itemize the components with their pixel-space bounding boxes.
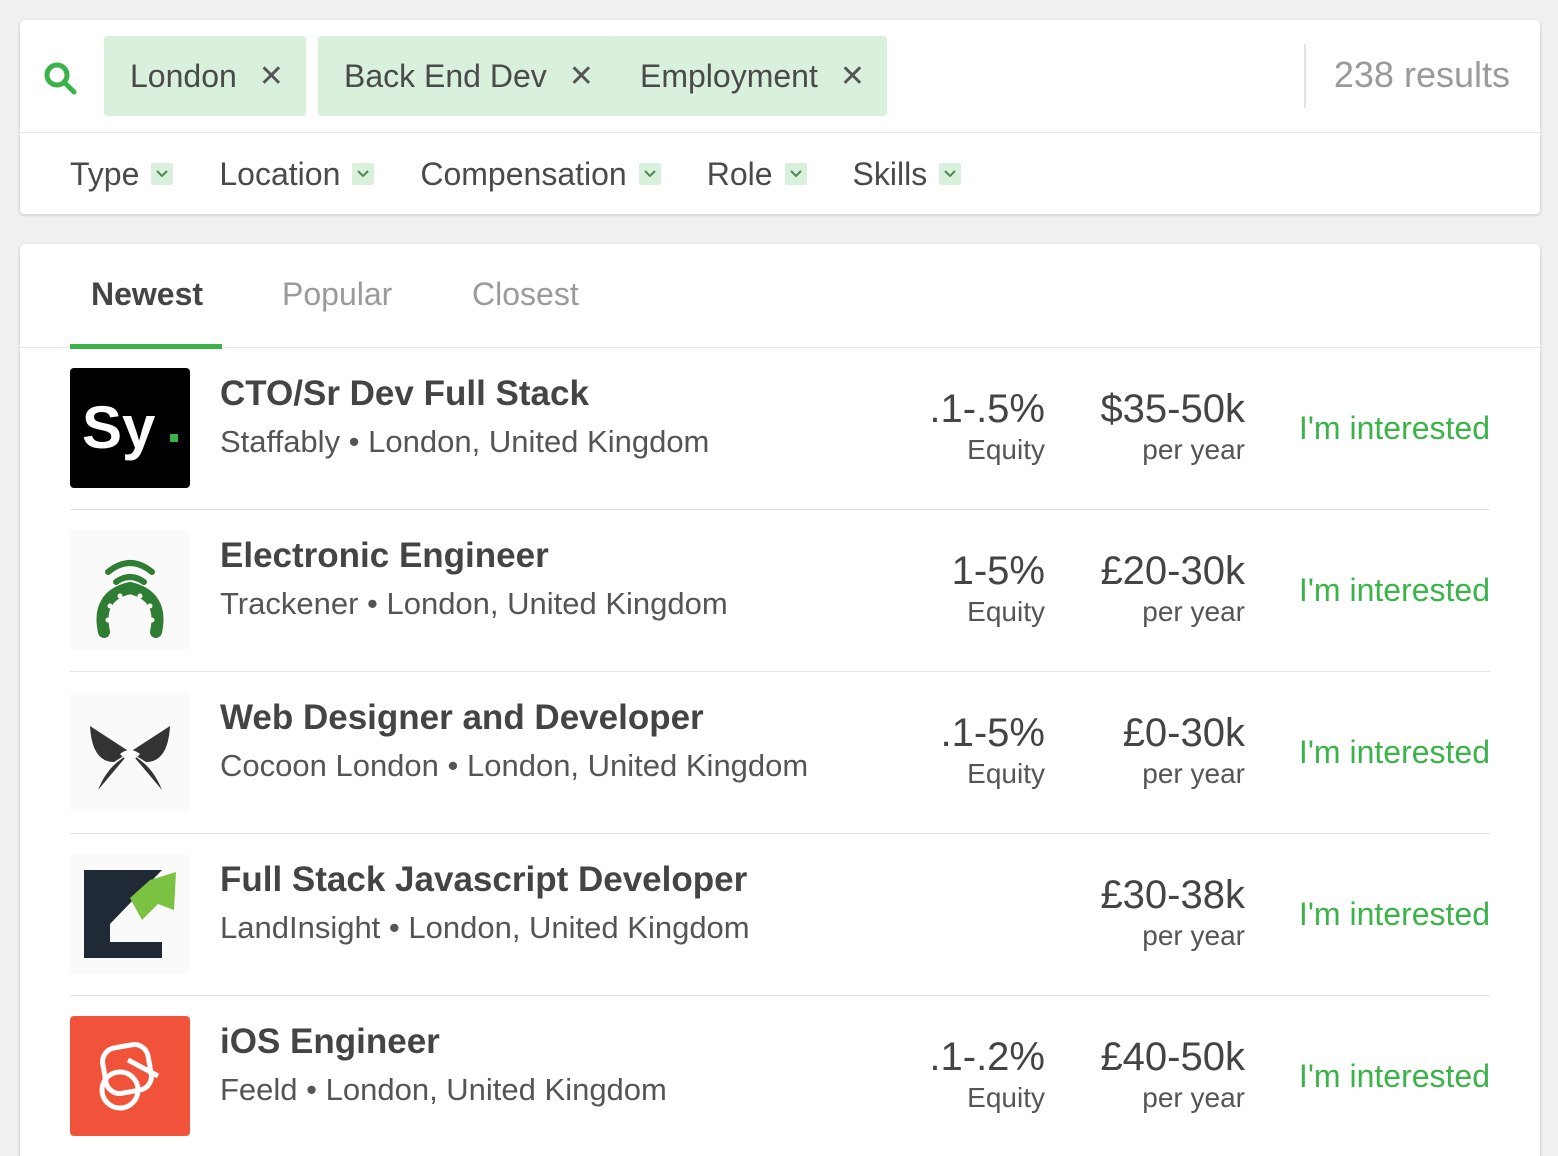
salary-value: £0-30k [1122, 711, 1245, 755]
chevron-down-icon [352, 163, 375, 185]
search-card: London ✕ Back End Dev ✕ Employment ✕ 238… [20, 20, 1540, 214]
salary-range: £40-50k per year [1100, 1034, 1245, 1116]
filter-label: Compensation [420, 155, 627, 192]
search-icon[interactable] [42, 60, 78, 96]
equity-range: .1-5% Equity [941, 710, 1046, 792]
tab-closest[interactable]: Closest [472, 276, 579, 313]
equity-label: Equity [967, 596, 1045, 627]
equity-label: Equity [967, 434, 1045, 465]
salary-range: £20-30k per year [1100, 548, 1245, 630]
logo-text: Sy [82, 394, 156, 461]
job-title[interactable]: Electronic Engineer [220, 536, 549, 576]
staffably-logo: Sy [70, 368, 190, 488]
interested-button[interactable]: I'm interested [1299, 1058, 1490, 1095]
filter-chip-type[interactable]: Employment ✕ [614, 36, 887, 116]
results-count: 238 results [1333, 54, 1510, 95]
chip-label: London [130, 57, 237, 94]
chip-label: Back End Dev [344, 57, 547, 94]
filter-chip-role[interactable]: Back End Dev ✕ [318, 36, 616, 116]
interested-button[interactable]: I'm interested [1299, 572, 1490, 609]
chevron-down-icon [784, 163, 807, 185]
salary-value: £30-38k [1100, 873, 1245, 917]
job-row[interactable]: iOS Engineer Feeld • London, United King… [70, 996, 1490, 1156]
salary-label: per year [1142, 596, 1245, 627]
job-company-location: Trackener • London, United Kingdom [220, 586, 728, 621]
chevron-down-icon [151, 163, 174, 185]
equity-label: Equity [967, 1082, 1045, 1113]
job-title[interactable]: iOS Engineer [220, 1022, 440, 1062]
job-title[interactable]: CTO/Sr Dev Full Stack [220, 374, 589, 414]
salary-value: $35-50k [1100, 387, 1245, 431]
sort-tabs: Newest Popular Closest [20, 244, 1540, 349]
salary-range: £0-30k per year [1123, 710, 1245, 792]
filter-label: Location [219, 155, 341, 192]
filter-dropdown-type[interactable]: Type [70, 155, 174, 193]
filter-dropdown-role[interactable]: Role [707, 156, 807, 193]
chevron-down-icon [939, 163, 962, 185]
equity-value: .1-.5% [929, 387, 1045, 431]
job-row[interactable]: Full Stack Javascript Developer LandInsi… [70, 834, 1490, 996]
job-company-location: LandInsight • London, United Kingdom [220, 910, 750, 945]
filter-bar: Type Location Compensation Role Skills [20, 134, 1540, 214]
job-list-card: Newest Popular Closest Sy CTO/Sr Dev Ful… [20, 244, 1540, 1156]
filter-chip-location[interactable]: London ✕ [104, 36, 306, 116]
job-company-location: Staffably • London, United Kingdom [220, 424, 710, 459]
equity-range: .1-.2% Equity [929, 1034, 1045, 1116]
salary-label: per year [1142, 1082, 1245, 1113]
equity-range: 1-5% Equity [952, 548, 1045, 630]
tab-newest[interactable]: Newest [91, 276, 203, 313]
search-bar: London ✕ Back End Dev ✕ Employment ✕ 238… [20, 20, 1540, 133]
close-icon[interactable]: ✕ [569, 59, 594, 94]
equity-value: 1-5% [951, 549, 1045, 593]
equity-range: .1-.5% Equity [929, 386, 1045, 468]
job-title[interactable]: Web Designer and Developer [220, 698, 704, 738]
salary-label: per year [1142, 434, 1245, 465]
divider [1304, 44, 1306, 108]
landinsight-logo [70, 854, 190, 974]
salary-range: $35-50k per year [1100, 386, 1245, 468]
equity-value: .1-.2% [929, 1035, 1045, 1079]
filter-dropdown-location[interactable]: Location [219, 155, 375, 193]
interested-button[interactable]: I'm interested [1299, 410, 1490, 447]
equity-label: Equity [967, 758, 1045, 789]
job-company-location: Feeld • London, United Kingdom [220, 1072, 667, 1107]
job-title[interactable]: Full Stack Javascript Developer [220, 860, 747, 900]
feeld-logo [70, 1016, 190, 1136]
close-icon[interactable]: ✕ [259, 59, 284, 94]
cocoon-butterfly-logo [70, 692, 190, 812]
trackener-horseshoe-logo [70, 530, 190, 650]
salary-label: per year [1142, 758, 1245, 789]
equity-value: .1-5% [940, 711, 1046, 755]
salary-value: £40-50k [1100, 1035, 1245, 1079]
salary-range: £30-38k per year [1100, 872, 1245, 954]
job-row[interactable]: Electronic Engineer Trackener • London, … [70, 510, 1490, 672]
filter-label: Role [706, 155, 773, 192]
salary-value: £20-30k [1100, 549, 1245, 593]
interested-button[interactable]: I'm interested [1299, 734, 1490, 771]
job-row[interactable]: Sy CTO/Sr Dev Full Stack Staffably • Lon… [70, 348, 1490, 510]
chip-label: Employment [640, 57, 818, 94]
salary-label: per year [1142, 920, 1245, 951]
interested-button[interactable]: I'm interested [1299, 896, 1490, 933]
filter-dropdown-compensation[interactable]: Compensation [420, 155, 661, 193]
job-company-location: Cocoon London • London, United Kingdom [220, 748, 809, 783]
job-row[interactable]: Web Designer and Developer Cocoon London… [70, 672, 1490, 834]
close-icon[interactable]: ✕ [840, 59, 865, 94]
tab-popular[interactable]: Popular [282, 276, 392, 313]
filter-dropdown-skills[interactable]: Skills [853, 156, 962, 193]
filter-label: Type [70, 155, 140, 192]
chevron-down-icon [638, 163, 661, 185]
filter-label: Skills [852, 155, 928, 192]
